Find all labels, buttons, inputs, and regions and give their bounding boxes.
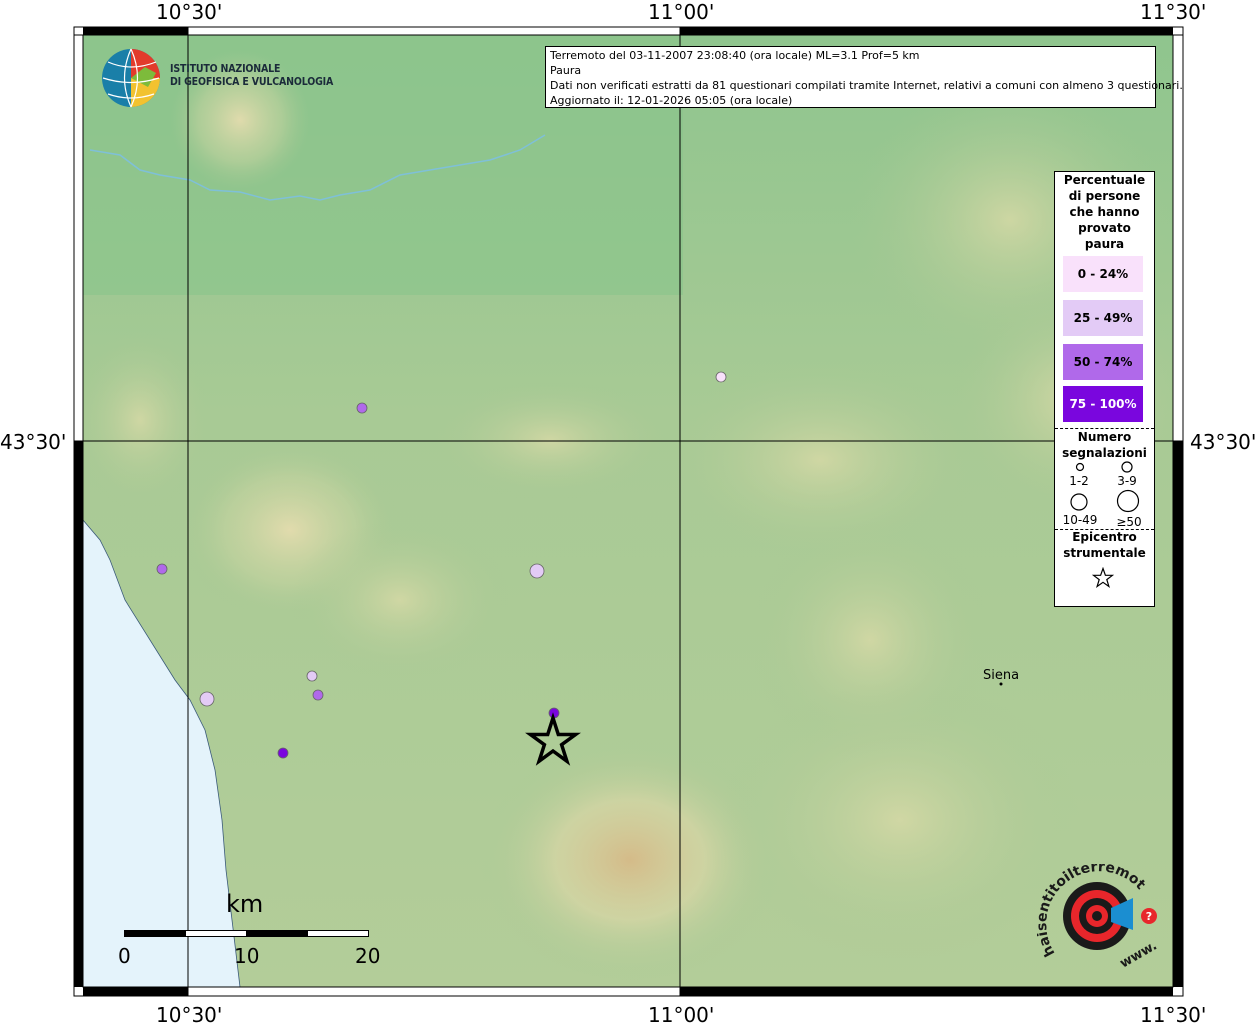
legend-epicenter-title-line: strumentale <box>1063 546 1146 560</box>
svg-text:?: ? <box>1146 910 1152 923</box>
intensity-point[interactable] <box>277 747 289 759</box>
legend-size-title: Numero segnalazioni <box>1055 429 1154 461</box>
legend-size-title-line: Numero <box>1077 430 1132 444</box>
legend-title-line: che hanno <box>1069 205 1140 219</box>
legend-panel: Percentuale di persone che hanno provato… <box>1054 171 1155 607</box>
size-label-50-plus: ≥50 <box>1116 515 1142 529</box>
intensity-point[interactable] <box>199 691 215 707</box>
legend-size-circles <box>1070 461 1140 513</box>
size-circle-icon <box>1116 489 1140 513</box>
legend-class-label: 75 - 100% <box>1069 397 1137 411</box>
intensity-point[interactable] <box>715 371 727 383</box>
scale-unit-label: km <box>226 890 264 918</box>
legend-class-50-74: 50 - 74% <box>1063 344 1143 380</box>
legend-star-icon <box>1092 567 1114 589</box>
legend-title-line: provato <box>1078 221 1131 235</box>
scale-tick-0: 0 <box>118 944 131 968</box>
intensity-point[interactable] <box>356 402 368 414</box>
size-label-1-2: 1-2 <box>1069 474 1089 488</box>
legend-class-75-100: 75 - 100% <box>1063 386 1143 422</box>
size-circle-icon <box>1070 493 1088 511</box>
epicenter-star-icon[interactable] <box>525 712 581 766</box>
legend-epicenter-title: Epicentro strumentale <box>1055 529 1154 561</box>
www-text: www. <box>1118 938 1160 971</box>
scale-tick-20: 20 <box>355 944 381 968</box>
place-label-siena: Siena <box>983 668 1020 683</box>
legend-class-label: 0 - 24% <box>1077 267 1129 281</box>
legend-class-label: 50 - 74% <box>1073 355 1133 369</box>
intensity-point[interactable] <box>306 670 318 682</box>
intensity-point[interactable] <box>312 689 324 701</box>
legend-title-line: paura <box>1084 237 1125 251</box>
size-label-10-49: 10-49 <box>1062 513 1098 527</box>
haisentito-logo[interactable]: ? haisentitoilterremoto.it www. <box>1037 864 1161 980</box>
legend-class-25-49: 25 - 49% <box>1063 300 1143 336</box>
size-circle-icon <box>1075 462 1085 472</box>
legend-epicenter-title-line: Epicentro <box>1072 530 1137 544</box>
intensity-point[interactable] <box>529 563 545 579</box>
legend-title-line: Percentuale <box>1063 173 1146 187</box>
legend-class-label: 25 - 49% <box>1073 311 1133 325</box>
size-circle-icon <box>1121 461 1133 473</box>
scale-bar <box>124 930 369 937</box>
legend-title: Percentuale di persone che hanno provato… <box>1055 172 1154 252</box>
legend-class-0-24: 0 - 24% <box>1063 256 1143 292</box>
scale-tick-10: 10 <box>234 944 260 968</box>
size-label-3-9: 3-9 <box>1117 474 1137 488</box>
legend-title-line: di persone <box>1068 189 1141 203</box>
intensity-point[interactable] <box>156 563 168 575</box>
